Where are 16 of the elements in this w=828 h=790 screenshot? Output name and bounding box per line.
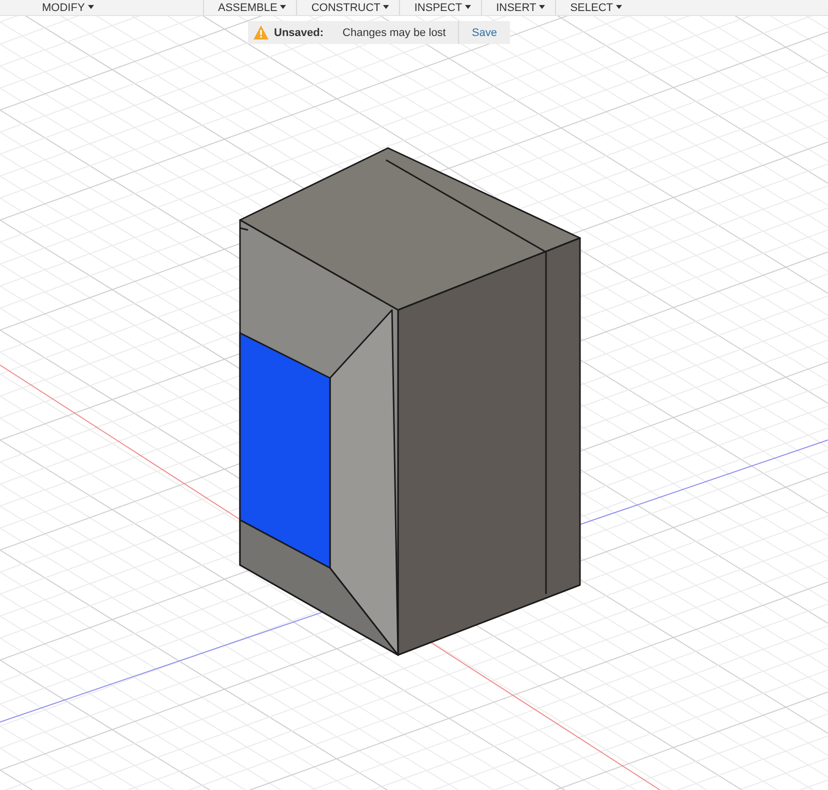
caret-icon xyxy=(539,4,546,8)
caret-icon xyxy=(465,4,472,8)
menu-button[interactable]: CONSTRUCT xyxy=(296,0,400,15)
warning-icon xyxy=(253,25,269,40)
caret-icon xyxy=(383,4,390,8)
caret-icon xyxy=(616,4,622,8)
notification-message: Changes may be lost xyxy=(342,26,446,38)
menu-button[interactable]: INSERT xyxy=(481,0,556,15)
menu-button[interactable]: ASSEMBLE xyxy=(203,0,296,15)
save-link[interactable]: Save xyxy=(458,21,510,44)
caret-icon xyxy=(280,4,286,8)
menu-button[interactable]: MODIFY xyxy=(0,0,203,15)
notification-label: Unsaved: xyxy=(274,26,324,38)
menu-button[interactable]: INSPECT xyxy=(399,0,482,15)
menu-button[interactable]: SELECT xyxy=(555,0,632,15)
caret-icon xyxy=(88,4,94,8)
